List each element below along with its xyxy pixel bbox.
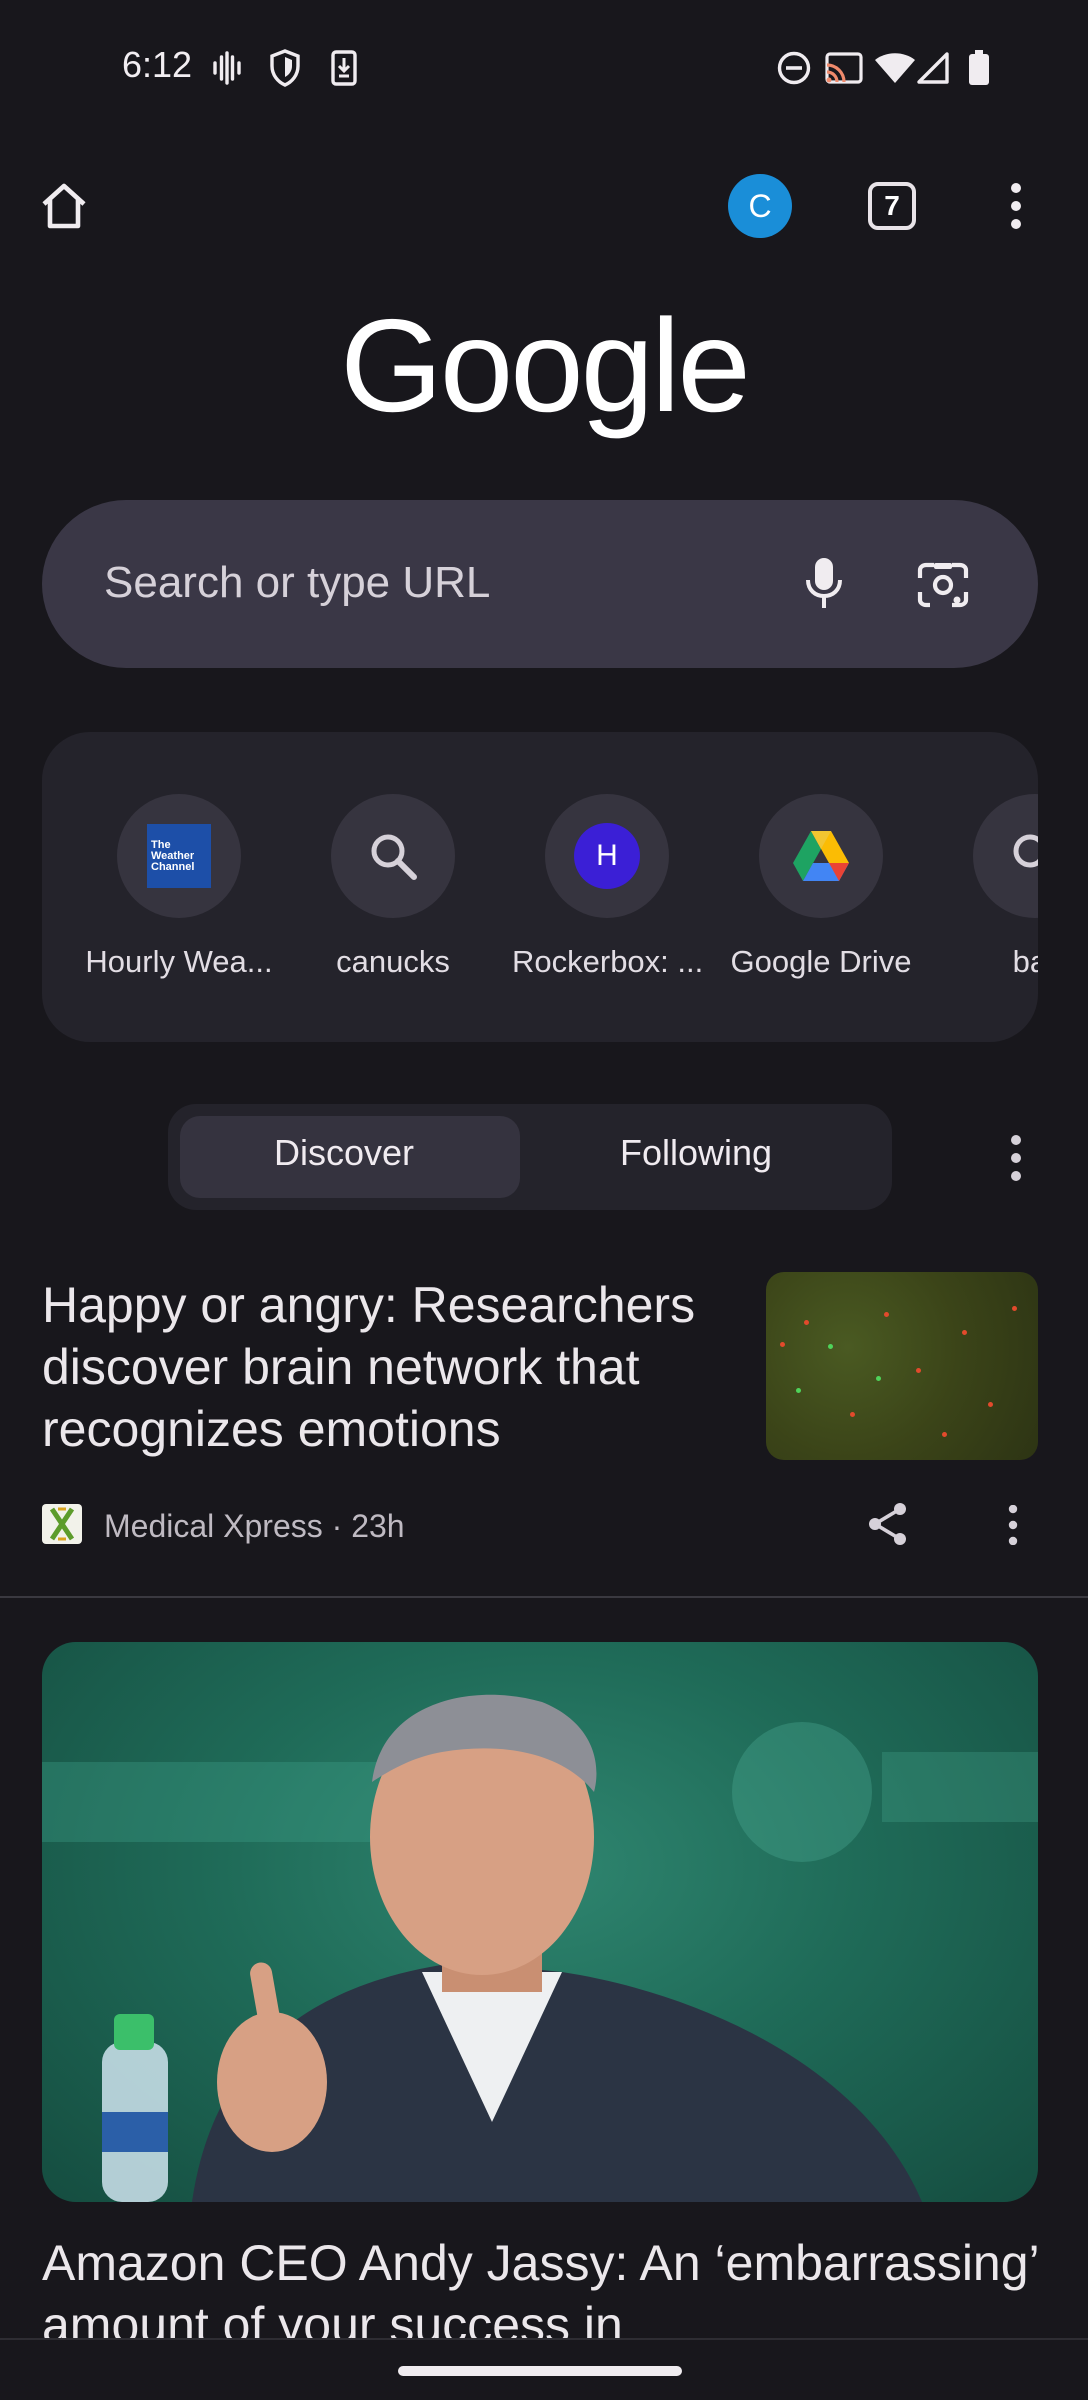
article-source: Medical Xpress · 23h bbox=[104, 1508, 405, 1544]
feed-menu-button[interactable] bbox=[996, 1128, 1036, 1188]
home-icon bbox=[42, 183, 86, 229]
letter-h-icon: H bbox=[574, 823, 640, 889]
cast-icon bbox=[824, 48, 864, 88]
shortcut-label: canucks bbox=[336, 944, 450, 979]
tab-following[interactable]: Following bbox=[620, 1132, 772, 1174]
shortcut-tile[interactable]: H Rockerbox: ... bbox=[512, 794, 702, 980]
overflow-menu-button[interactable] bbox=[990, 174, 1042, 238]
article-title[interactable]: Happy or angry: Researchers discover bra… bbox=[42, 1274, 732, 1460]
battery-icon bbox=[966, 48, 992, 88]
weather-channel-icon: The Weather Channel bbox=[147, 824, 211, 888]
vibrate-icon bbox=[212, 48, 242, 88]
person-photo bbox=[42, 1694, 1038, 2202]
download-icon bbox=[330, 48, 358, 88]
feed-divider bbox=[0, 1596, 1088, 1598]
home-indicator[interactable] bbox=[398, 2366, 682, 2376]
tab-switcher-button[interactable]: 7 bbox=[868, 182, 916, 230]
article-hero-image[interactable] bbox=[42, 1642, 1038, 2202]
home-button[interactable] bbox=[30, 172, 98, 240]
shortcut-tile[interactable]: The Weather Channel Hourly Wea... bbox=[84, 794, 274, 980]
medical-xpress-icon bbox=[42, 1504, 82, 1544]
search-icon bbox=[371, 834, 417, 880]
article-thumbnail[interactable] bbox=[766, 1272, 1038, 1460]
search-icon bbox=[1013, 834, 1038, 868]
voice-search-button[interactable] bbox=[794, 554, 854, 614]
tab-discover-label[interactable]: Discover bbox=[274, 1132, 414, 1174]
shortcut-tile[interactable]: bar bbox=[940, 794, 1038, 980]
share-button[interactable] bbox=[862, 1496, 914, 1552]
microphone-icon bbox=[806, 558, 842, 608]
search-placeholder[interactable]: Search or type URL bbox=[104, 558, 490, 608]
more-vert-icon bbox=[1008, 1505, 1018, 1545]
shortcut-label: bar bbox=[1012, 944, 1038, 979]
shortcut-label: Rockerbox: ... bbox=[512, 944, 702, 979]
google-logo: Google bbox=[340, 292, 751, 439]
article-title[interactable]: Amazon CEO Andy Jassy: An ‘embarrassing’… bbox=[42, 2232, 1052, 2338]
shortcut-tile[interactable]: canucks bbox=[298, 794, 488, 980]
shortcut-label: Hourly Wea... bbox=[85, 944, 273, 979]
do-not-disturb-icon bbox=[776, 48, 812, 88]
cell-signal-icon bbox=[916, 48, 950, 88]
google-drive-icon bbox=[793, 831, 849, 881]
shield-icon bbox=[268, 48, 302, 88]
more-vert-icon bbox=[1011, 183, 1021, 229]
shortcut-tile[interactable]: Google Drive bbox=[726, 794, 916, 980]
article-menu-button[interactable] bbox=[996, 1498, 1030, 1552]
more-vert-icon bbox=[1011, 1135, 1021, 1181]
shortcuts-panel: The Weather Channel Hourly Wea... canuck… bbox=[42, 732, 1038, 1042]
share-icon bbox=[869, 1503, 906, 1545]
feed-tab-switcher: Discover Following bbox=[168, 1104, 892, 1210]
camera-lens-icon bbox=[917, 562, 969, 608]
status-time: 6:12 bbox=[122, 44, 193, 85]
search-box[interactable]: Search or type URL bbox=[42, 500, 1038, 668]
lens-search-button[interactable] bbox=[912, 554, 974, 616]
shortcut-label: Google Drive bbox=[730, 944, 912, 979]
account-avatar[interactable]: C bbox=[728, 174, 792, 238]
wifi-icon bbox=[874, 48, 916, 88]
